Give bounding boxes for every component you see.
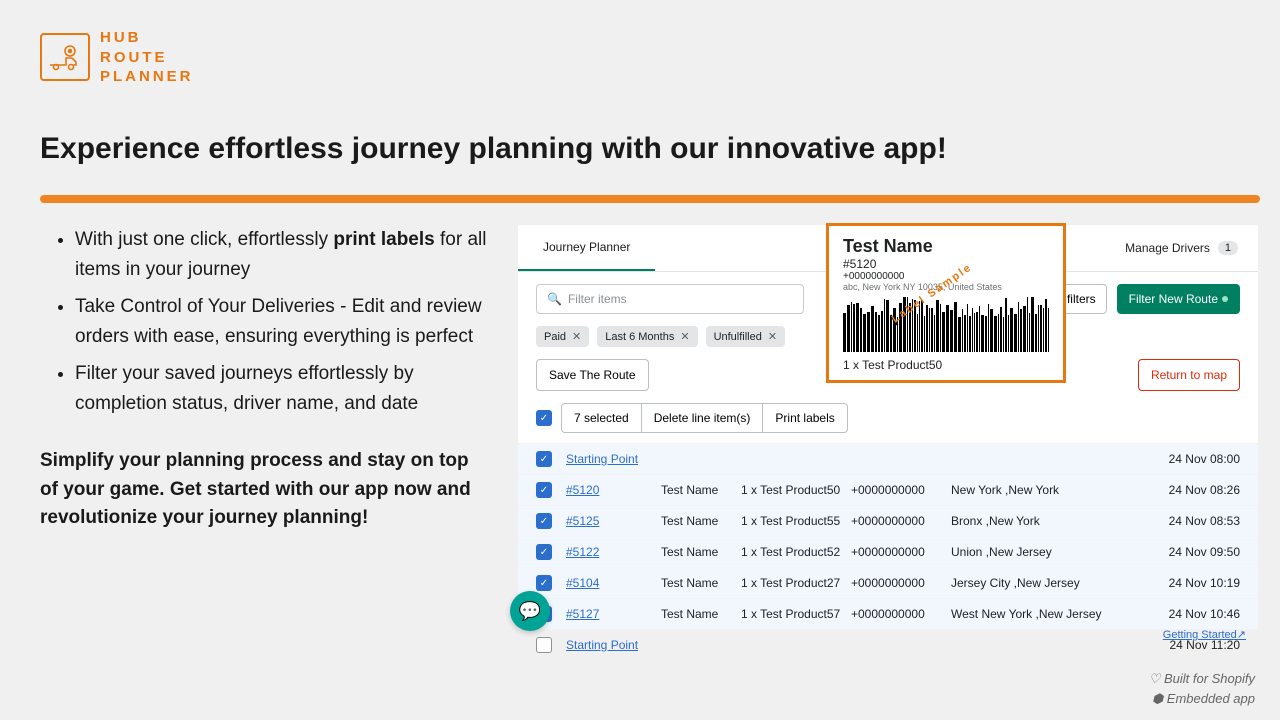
row-checkbox[interactable] (536, 637, 552, 653)
search-icon: 🔍 (547, 292, 562, 306)
chat-icon: 💬 (519, 601, 541, 622)
getting-started-link[interactable]: Getting Started↗ (1163, 628, 1246, 641)
row-checkbox[interactable]: ✓ (536, 451, 552, 467)
tab-journey-planner[interactable]: Journey Planner (518, 225, 655, 271)
filter-chip[interactable]: Unfulfilled✕ (706, 326, 786, 347)
order-link[interactable]: #5104 (566, 576, 599, 590)
close-icon[interactable]: ✕ (768, 330, 777, 343)
order-link[interactable]: #5125 (566, 514, 599, 528)
table-row: ✓#5120Test Name1 x Test Product50+000000… (518, 474, 1258, 505)
print-labels-button[interactable]: Print labels (762, 403, 847, 433)
order-link[interactable]: #5120 (566, 483, 599, 497)
order-link[interactable]: #5122 (566, 545, 599, 559)
brand-logo: HUBROUTEPLANNER (40, 28, 194, 87)
tab-manage-drivers[interactable]: Manage Drivers 1 (1105, 225, 1258, 271)
table-row: ✓#5125Test Name1 x Test Product55+000000… (518, 505, 1258, 536)
table-row: Starting Point24 Nov 11:20 (518, 629, 1258, 660)
selected-count: 7 selected (561, 403, 642, 433)
select-all-checkbox[interactable]: ✓ (536, 410, 552, 426)
filter-chip[interactable]: Last 6 Months✕ (597, 326, 697, 347)
table-row: ✓#5122Test Name1 x Test Product52+000000… (518, 536, 1258, 567)
row-checkbox[interactable]: ✓ (536, 482, 552, 498)
table-row: ✓Starting Point24 Nov 08:00 (518, 443, 1258, 474)
order-link[interactable]: Starting Point (566, 452, 638, 466)
save-route-button[interactable]: Save The Route (536, 359, 649, 391)
filter-new-route-button[interactable]: Filter New Route (1117, 284, 1240, 314)
row-checkbox[interactable]: ✓ (536, 575, 552, 591)
bullet-item: Filter your saved journeys effortlessly … (75, 359, 490, 420)
filter-chip[interactable]: Paid✕ (536, 326, 589, 347)
marketing-copy: With just one click, effortlessly print … (40, 225, 490, 533)
bullet-item: Take Control of Your Deliveries - Edit a… (75, 292, 490, 353)
close-icon[interactable]: ✕ (572, 330, 581, 343)
return-to-map-button[interactable]: Return to map (1138, 359, 1240, 391)
bullet-item: With just one click, effortlessly print … (75, 225, 490, 286)
row-checkbox[interactable]: ✓ (536, 513, 552, 529)
order-link[interactable]: #5127 (566, 607, 599, 621)
app-screenshot: Journey Planner Manage Drivers 1 Test Na… (518, 225, 1258, 625)
shopify-badges: ♡ Built for Shopify ⬢ Embedded app (1149, 669, 1255, 708)
row-checkbox[interactable]: ✓ (536, 544, 552, 560)
order-link[interactable]: Starting Point (566, 638, 638, 652)
driver-count-badge: 1 (1218, 241, 1238, 255)
truck-pin-icon (40, 33, 90, 81)
label-sample-card: Test Name #5120 +0000000000 abc, New Yor… (826, 223, 1066, 383)
delete-line-items-button[interactable]: Delete line item(s) (641, 403, 764, 433)
table-row: ✓#5127Test Name1 x Test Product57+000000… (518, 598, 1258, 629)
page-headline: Experience effortless journey planning w… (40, 132, 947, 166)
chat-fab[interactable]: 💬 (510, 591, 550, 631)
close-icon[interactable]: ✕ (680, 330, 689, 343)
divider (40, 195, 1260, 203)
barcode: Label Sample (843, 296, 1049, 352)
table-row: ✓#5104Test Name1 x Test Product27+000000… (518, 567, 1258, 598)
search-input[interactable]: 🔍 Filter items (536, 284, 804, 314)
cta-text: Simplify your planning process and stay … (40, 447, 490, 533)
